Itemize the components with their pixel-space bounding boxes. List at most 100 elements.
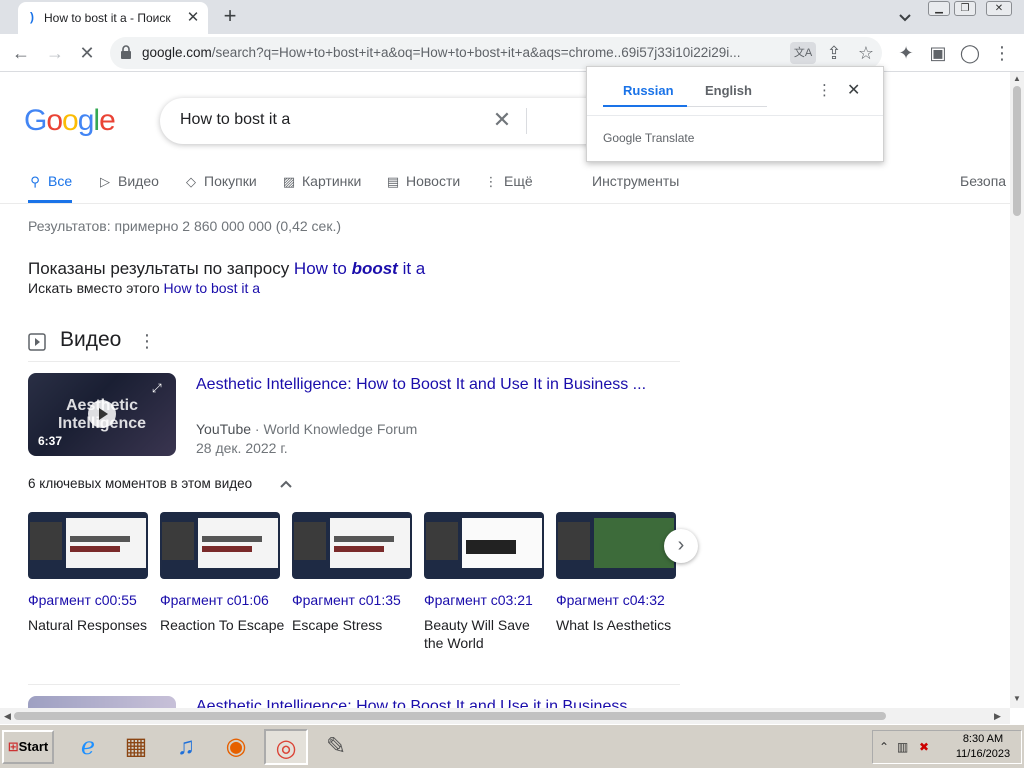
tag-icon: ◇ (186, 174, 196, 189)
corrected-query-link[interactable]: How to boost it a (294, 259, 425, 278)
speaker-image (162, 522, 194, 560)
search-box[interactable]: How to bost it a ✕ (160, 98, 610, 144)
more-options-icon[interactable]: ⋮ (138, 331, 156, 352)
minimize-button[interactable]: ▁ (928, 1, 950, 16)
firefox-icon[interactable]: ◉ (214, 729, 258, 765)
close-window-button[interactable]: ✕ (986, 1, 1012, 16)
search-input[interactable]: How to bost it a (180, 111, 290, 129)
stop-loading-button[interactable]: ✕ (74, 40, 100, 66)
lock-icon[interactable] (120, 45, 132, 59)
safesearch-button[interactable]: Безопа (960, 173, 1006, 189)
restore-button[interactable]: ❐ (954, 1, 976, 16)
moment-time-link[interactable]: Фрагмент с01:06 (160, 592, 269, 608)
moment-time-link[interactable]: Фрагмент с03:21 (424, 592, 533, 608)
moment-label: Beauty Will Save the World (424, 617, 530, 651)
video-source: YouTube · World Knowledge Forum (196, 421, 418, 437)
moment-thumbnail[interactable] (28, 512, 148, 579)
google-logo[interactable]: Google (24, 104, 116, 138)
clock-time[interactable]: 8:30 AM (947, 733, 1019, 745)
volume-muted-icon[interactable]: ✖ (919, 740, 929, 754)
notepad-icon[interactable]: ✎ (314, 729, 358, 765)
horizontal-scrollbar[interactable]: ◀ ▶ (0, 708, 1010, 724)
music-icon[interactable]: ♫ (164, 729, 208, 765)
play-icon: ▷ (100, 174, 110, 189)
back-button[interactable]: ← (8, 40, 34, 66)
moment-label: What Is Aesthetics (556, 617, 672, 633)
video-date: 28 дек. 2022 г. (196, 440, 288, 456)
popup-divider (587, 115, 883, 116)
scroll-up-icon[interactable]: ▲ (1013, 74, 1021, 83)
tab-shopping[interactable]: ◇ Покупки (184, 173, 257, 203)
moment-label: Reaction To Escape (160, 617, 285, 633)
key-moments-heading: 6 ключевых моментов в этом видео (28, 476, 253, 491)
video-thumbnail[interactable] (28, 696, 176, 708)
extensions-icon[interactable]: ✦ (893, 40, 919, 66)
video-thumbnail[interactable]: Aesthetic Intelligence ⤢ 6:37 (28, 373, 176, 456)
video-section-title: Видео (60, 328, 122, 351)
tab-video[interactable]: ▷ Видео (98, 173, 159, 203)
slide-bar (334, 536, 394, 542)
slide-bar (202, 546, 252, 552)
tab-images[interactable]: ▨ Картинки (282, 173, 362, 203)
slide-bar (202, 536, 262, 542)
translate-options-icon[interactable]: ⋮ (817, 81, 832, 99)
video-duration: 6:37 (38, 434, 63, 448)
tab-title: How to bost it a - Поиск (44, 11, 171, 25)
video-title-link[interactable]: Aesthetic Intelligence: How to Boost It … (196, 376, 646, 394)
scroll-thumb[interactable] (14, 712, 886, 720)
share-icon[interactable]: ⇪ (821, 40, 847, 66)
vertical-scrollbar[interactable]: ▲ ▼ (1010, 72, 1024, 708)
close-translate-icon[interactable]: ✕ (847, 80, 860, 100)
tools-button[interactable]: Инструменты (592, 173, 679, 189)
moment-time-link[interactable]: Фрагмент с04:32 (556, 592, 665, 608)
scroll-left-icon[interactable]: ◀ (4, 711, 11, 722)
forward-button[interactable]: → (42, 40, 68, 66)
image-icon: ▨ (282, 174, 296, 189)
browser-tab[interactable]: ) How to bost it a - Поиск ✕ (18, 2, 208, 34)
translate-icon[interactable]: 文A (790, 42, 816, 64)
slide-bar (466, 540, 516, 554)
expand-icon[interactable]: ⤢ (152, 381, 162, 396)
bookmark-star-icon[interactable]: ☆ (853, 40, 879, 66)
moment-time-link[interactable]: Фрагмент с00:55 (28, 592, 137, 608)
chrome-icon[interactable]: ◎ (264, 729, 308, 765)
scroll-down-icon[interactable]: ▼ (1013, 694, 1021, 703)
loading-icon: ) (30, 10, 34, 24)
lang-english-tab[interactable]: English (705, 83, 752, 98)
next-moments-button[interactable]: › (664, 529, 698, 563)
clock-date[interactable]: 11/16/2023 (947, 748, 1019, 760)
new-tab-button[interactable]: + (219, 5, 241, 27)
moment-label: Natural Responses (28, 617, 148, 633)
tab-search-icon[interactable] (896, 8, 914, 26)
profile-avatar-icon[interactable]: ◯ (957, 40, 983, 66)
clear-search-icon[interactable]: ✕ (490, 108, 514, 132)
play-icon[interactable] (88, 400, 116, 428)
scroll-right-icon[interactable]: ▶ (994, 711, 1001, 722)
tab-more[interactable]: ⋮ Ещё (484, 173, 533, 203)
video-play-icon (28, 333, 46, 351)
speaker-image (558, 522, 590, 560)
moment-thumbnail[interactable] (556, 512, 676, 579)
internet-explorer-icon[interactable]: ℯ (66, 729, 110, 765)
url-text[interactable]: google.com/search?q=How+to+bost+it+a&oq=… (142, 45, 782, 60)
moment-thumbnail[interactable] (292, 512, 412, 579)
start-button[interactable]: ⊞Start (2, 730, 54, 764)
menu-icon[interactable]: ⋮ (989, 40, 1015, 66)
media-app-icon[interactable]: ▦ (114, 729, 158, 765)
address-bar[interactable]: google.com/search?q=How+to+bost+it+a&oq=… (110, 37, 882, 69)
more-icon: ⋮ (484, 174, 498, 189)
side-panel-icon[interactable]: ▣ (925, 40, 951, 66)
tray-expand-icon[interactable]: ⌃ (879, 740, 889, 754)
original-query-link[interactable]: How to bost it a (164, 280, 261, 296)
close-tab-icon[interactable]: ✕ (184, 9, 202, 27)
scroll-thumb[interactable] (1013, 86, 1021, 216)
lang-russian-tab[interactable]: Russian (623, 83, 674, 98)
moment-thumbnail[interactable] (160, 512, 280, 579)
moment-time-link[interactable]: Фрагмент с01:35 (292, 592, 401, 608)
tab-all[interactable]: ⚲ Все (28, 173, 73, 203)
chevron-up-icon[interactable] (276, 474, 296, 494)
video-title-link[interactable]: Aesthetic Intelligence: How to Boost It … (196, 698, 627, 708)
tab-news[interactable]: ▤ Новости (386, 173, 460, 203)
network-icon[interactable]: ▥ (897, 740, 908, 754)
moment-thumbnail[interactable] (424, 512, 544, 579)
